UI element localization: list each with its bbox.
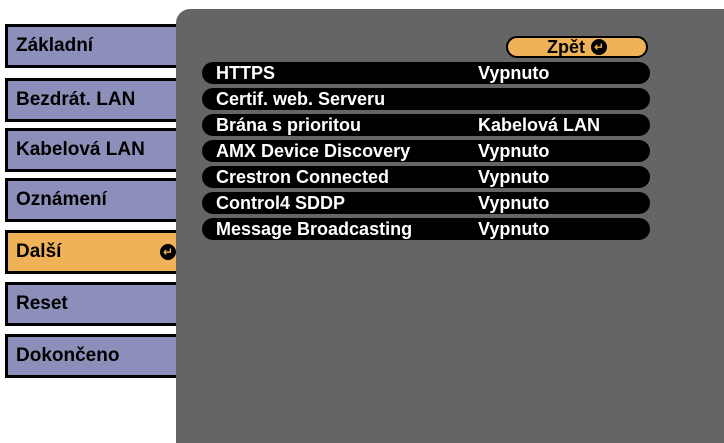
setting-label: Crestron Connected [216, 167, 390, 187]
setting-row-priority-gateway[interactable]: Brána s prioritou Kabelová LAN [202, 114, 650, 136]
sidebar-item-label: Základní [16, 35, 94, 56]
setting-row-https[interactable]: HTTPS Vypnuto [202, 62, 650, 84]
sidebar-item-bezdrat-lan[interactable]: Bezdrát. LAN [5, 78, 189, 122]
setting-value: Vypnuto [478, 193, 550, 213]
sidebar-item-label: Reset [16, 293, 68, 314]
sidebar-item-oznameni[interactable]: Oznámení [5, 178, 189, 222]
setting-value: Vypnuto [478, 141, 550, 161]
setting-label: Control4 SDDP [216, 193, 346, 213]
enter-icon: ↵ [160, 244, 176, 260]
back-button-label: Zpět [547, 36, 585, 57]
setting-value: Vypnuto [478, 219, 550, 239]
setting-label: HTTPS [216, 63, 276, 83]
sidebar-item-label: Dokončeno [16, 345, 120, 366]
setting-label: Message Broadcasting [216, 219, 413, 239]
sidebar-item-dokonceno[interactable]: Dokončeno [5, 334, 189, 378]
setting-row-crestron-connected[interactable]: Crestron Connected Vypnuto [202, 166, 650, 188]
setting-row-amx-device-discovery[interactable]: AMX Device Discovery Vypnuto [202, 140, 650, 162]
setting-label: AMX Device Discovery [216, 141, 411, 161]
setting-row-message-broadcasting[interactable]: Message Broadcasting Vypnuto [202, 218, 650, 240]
setting-value: Vypnuto [478, 167, 550, 187]
setting-label: Certif. web. Serveru [216, 89, 386, 109]
setting-row-web-server-cert[interactable]: Certif. web. Serveru [202, 88, 650, 110]
sidebar-item-kabelova-lan[interactable]: Kabelová LAN [5, 128, 189, 172]
sidebar-item-label: Bezdrát. LAN [16, 89, 136, 110]
setting-value: Kabelová LAN [478, 115, 601, 135]
setting-row-control4-sddp[interactable]: Control4 SDDP Vypnuto [202, 192, 650, 214]
sidebar-item-label: Oznámení [16, 189, 107, 210]
enter-icon: ↵ [591, 39, 607, 55]
sidebar-item-label: Kabelová LAN [16, 139, 145, 160]
setting-value: Vypnuto [478, 63, 550, 83]
sidebar-menu: Základní Bezdrát. LAN Kabelová LAN Oznám… [0, 0, 200, 443]
setting-label: Brána s prioritou [216, 115, 362, 135]
sidebar-item-label: Další [16, 241, 62, 262]
back-button[interactable]: Zpět ↵ [506, 36, 648, 58]
sidebar-item-dalsi[interactable]: Další ↵ [5, 230, 189, 274]
sidebar-item-reset[interactable]: Reset [5, 282, 189, 326]
sidebar-item-zakladni[interactable]: Základní [5, 24, 189, 68]
